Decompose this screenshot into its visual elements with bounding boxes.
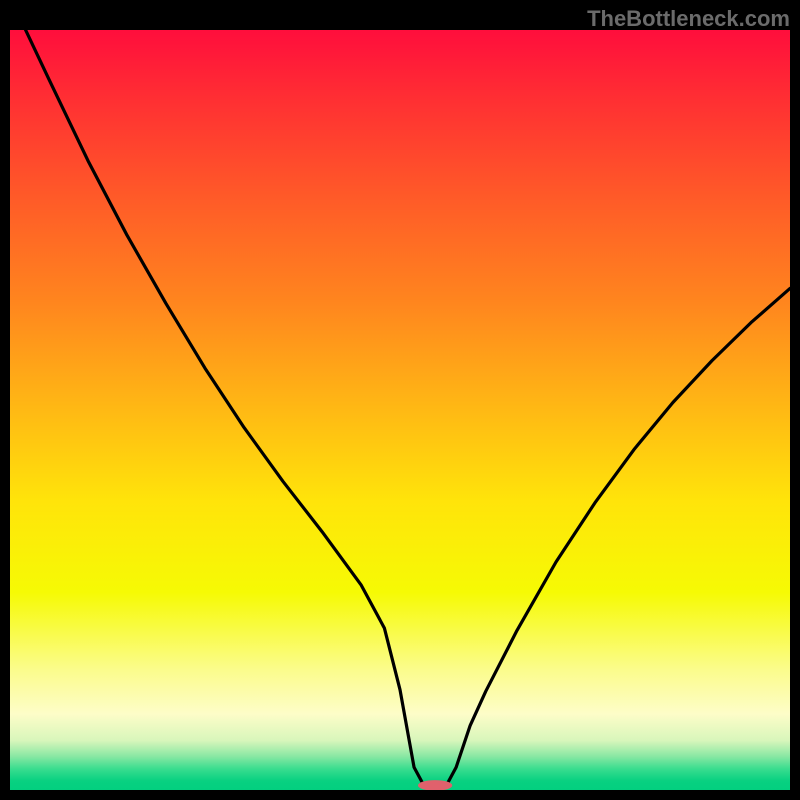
plot-background bbox=[10, 30, 790, 790]
plot-svg bbox=[10, 30, 790, 790]
watermark-text: TheBottleneck.com bbox=[587, 6, 790, 32]
plot-area bbox=[10, 30, 790, 790]
chart-frame: TheBottleneck.com bbox=[0, 0, 800, 800]
